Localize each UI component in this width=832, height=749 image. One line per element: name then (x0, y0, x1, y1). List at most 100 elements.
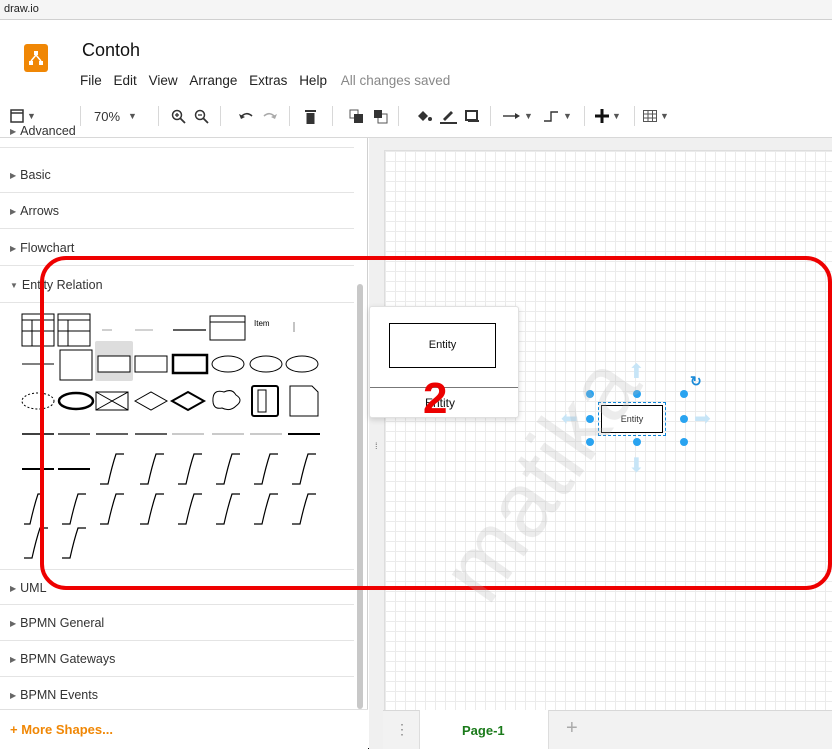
category-basic[interactable]: ▶ Basic (0, 157, 354, 193)
category-label: BPMN General (20, 616, 105, 630)
zoom-in-icon (171, 109, 186, 124)
triangle-right-icon: ▶ (10, 655, 17, 664)
shadow-icon (465, 110, 479, 122)
waypoints-icon (544, 111, 558, 122)
to-back-button[interactable] (373, 94, 388, 138)
preview-entity-shape: Entity (389, 323, 496, 368)
menu-help[interactable]: Help (299, 73, 327, 88)
menu-view[interactable]: View (149, 73, 178, 88)
resize-handle-right[interactable] (680, 415, 688, 423)
category-arrows[interactable]: ▶ Arrows (0, 193, 354, 229)
page-tab-1[interactable]: Page-1 (419, 710, 549, 749)
resize-handle-top-left[interactable] (586, 390, 594, 398)
connection-button[interactable]: ▼ (503, 94, 533, 138)
arrow-down-icon[interactable]: ⬇ (628, 456, 645, 476)
selected-entity-shape[interactable]: Entity (601, 405, 663, 433)
menu-bar: File Edit View Arrange Extras Help All c… (80, 73, 450, 88)
line-color-button[interactable] (440, 94, 457, 138)
more-shapes-label: + More Shapes... (10, 722, 113, 737)
menu-file[interactable]: File (80, 73, 102, 88)
toolbar-divider (584, 106, 585, 126)
window-titlebar: draw.io (0, 0, 832, 20)
menu-extras[interactable]: Extras (249, 73, 287, 88)
category-label: BPMN Gateways (20, 652, 116, 666)
triangle-right-icon: ▶ (10, 171, 17, 180)
insert-button[interactable]: ▼ (595, 94, 621, 138)
chevron-down-icon: ▼ (27, 111, 36, 121)
category-entity-relation[interactable]: ▼ Entity Relation (0, 267, 354, 303)
document-title[interactable]: Contoh (82, 40, 140, 61)
toolbar-divider (398, 106, 399, 126)
category-label: Advanced (20, 124, 76, 138)
shadow-button[interactable] (465, 94, 479, 138)
chevron-down-icon: ▼ (128, 111, 137, 121)
triangle-right-icon: ▶ (10, 244, 17, 253)
category-label: Basic (20, 168, 51, 182)
resize-handle-top[interactable] (633, 390, 641, 398)
waypoints-button[interactable]: ▼ (544, 94, 572, 138)
sidebar-splitter-handle[interactable]: ⁞ (375, 441, 378, 451)
toolbar-divider (158, 106, 159, 126)
arrow-left-icon[interactable]: ⬅ (561, 409, 578, 429)
triangle-right-icon: ▶ (10, 619, 17, 628)
undo-icon (239, 112, 253, 119)
triangle-down-icon: ▼ (10, 281, 18, 290)
table-icon (643, 110, 657, 122)
toolbar-divider (80, 106, 81, 126)
toolbar-divider (634, 106, 635, 126)
to-back-icon (374, 109, 388, 123)
category-uml[interactable]: ▶ UML (0, 569, 354, 605)
canvas-area (369, 138, 832, 749)
fill-color-icon (418, 110, 432, 121)
fill-color-button[interactable] (416, 94, 434, 138)
arrow-up-icon[interactable]: ⬆ (628, 362, 645, 382)
connection-icon (503, 113, 520, 119)
rotate-handle-icon[interactable]: ↻ (690, 373, 702, 390)
table-button[interactable]: ▼ (643, 94, 669, 138)
zoom-value: 70% (94, 108, 121, 124)
chevron-down-icon: ▼ (563, 111, 572, 121)
resize-handle-bottom-right[interactable] (680, 438, 688, 446)
category-label: Arrows (20, 204, 60, 218)
item-shape-label: Item (254, 319, 270, 328)
shapes-sidebar: ▶ Advanced ▶ Basic ▶ Arrows ▶ Flowchart ▼ Ent… (0, 124, 368, 749)
toolbar-divider (490, 106, 491, 126)
resize-handle-bottom[interactable] (633, 438, 641, 446)
page-view-icon (10, 109, 24, 123)
category-label: Entity Relation (21, 278, 103, 292)
save-status: All changes saved (340, 73, 451, 88)
insert-icon (595, 109, 609, 123)
page-menu-icon[interactable]: ⋮ (395, 721, 409, 738)
sidebar-scrollbar[interactable] (357, 284, 363, 709)
resize-handle-top-right[interactable] (680, 390, 688, 398)
category-label: BPMN Events (20, 688, 98, 702)
category-label: UML (20, 581, 47, 595)
category-flowchart[interactable]: ▶ Flowchart (0, 230, 354, 266)
line-color-icon (440, 110, 457, 124)
category-bpmn-gateways[interactable]: ▶ BPMN Gateways (0, 641, 354, 677)
chevron-down-icon: ▼ (612, 111, 621, 121)
more-shapes-button[interactable]: + More Shapes... (0, 709, 368, 749)
category-bpmn-general[interactable]: ▶ BPMN General (0, 605, 354, 641)
redo-icon (263, 112, 277, 119)
window-title: draw.io (4, 3, 39, 15)
category-bpmn-events[interactable]: ▶ BPMN Events (0, 677, 354, 713)
zoom-out-icon (194, 109, 209, 124)
category-label: Flowchart (20, 241, 75, 255)
chevron-down-icon: ▼ (660, 111, 669, 121)
menu-edit[interactable]: Edit (114, 73, 137, 88)
resize-handle-left[interactable] (586, 415, 594, 423)
step-number-annotation: 2 (423, 374, 448, 423)
menu-arrange[interactable]: Arrange (189, 73, 237, 88)
toolbar-divider (220, 106, 221, 126)
delete-icon (305, 109, 316, 124)
triangle-right-icon: ▶ (10, 207, 17, 216)
arrow-right-icon[interactable]: ➡ (694, 409, 711, 429)
category-advanced[interactable]: ▶ Advanced (0, 124, 354, 148)
resize-handle-bottom-left[interactable] (586, 438, 594, 446)
drawio-logo-icon (24, 44, 48, 72)
entity-relation-palette: Item (21, 313, 320, 559)
page-tab-label: Page-1 (462, 723, 505, 738)
to-front-icon (349, 109, 363, 123)
add-page-icon[interactable]: + (566, 717, 578, 740)
